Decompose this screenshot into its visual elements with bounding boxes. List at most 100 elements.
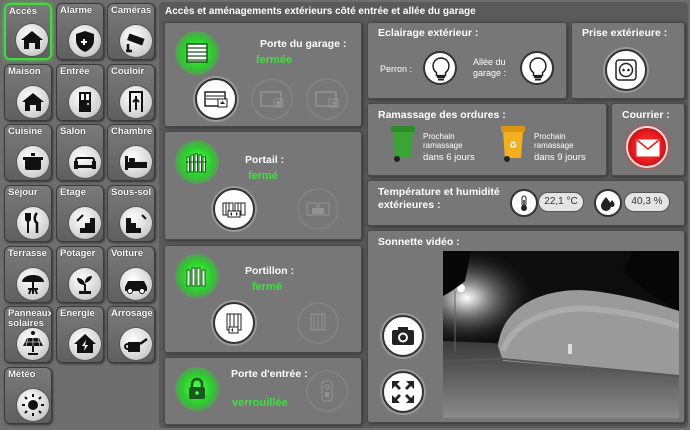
snapshot-button[interactable] (382, 315, 424, 357)
wicket-gate-open-button[interactable] (213, 302, 255, 344)
yellow-bin-value: dans 9 jours (534, 152, 586, 163)
sidebar-item-label: Maison (8, 66, 41, 77)
trash-title: Ramassage des ordures : (378, 109, 506, 121)
envelope-icon (636, 139, 660, 157)
perron-light-button[interactable] (423, 51, 457, 85)
house-icon (16, 24, 48, 56)
page-title: Accès et aménagements extérieurs côté en… (165, 6, 476, 17)
pot-icon (17, 146, 49, 178)
garage-door-title: Porte du garage : (260, 38, 347, 50)
garage-stop-button[interactable] (251, 78, 293, 120)
lighting-panel: Eclairage extérieur : Perron : Allée du … (367, 22, 567, 99)
outdoor-plug-title: Prise extérieure : (582, 27, 668, 39)
sidebar-item-arrosage[interactable]: Arrosage (107, 306, 155, 363)
sidebar-item-label: Accès (9, 6, 37, 17)
thermometer-icon (510, 189, 538, 217)
corridor-icon (120, 86, 152, 118)
green-bin-icon (391, 126, 415, 162)
sidebar-item-label: Couloir (111, 66, 145, 77)
bed-icon (120, 146, 152, 178)
mail-indicator-button[interactable] (626, 126, 668, 168)
svg-text:♻: ♻ (509, 141, 517, 151)
watering-can-icon (120, 328, 152, 360)
car-icon (120, 268, 152, 300)
gate-state: fermé (248, 170, 278, 182)
green-bin-value: dans 6 jours (423, 152, 475, 163)
sidebar-item-potager[interactable]: Potager (56, 246, 104, 303)
allee-label: Allée du garage : (473, 57, 507, 78)
garage-door-panel: Porte du garage : fermée (164, 22, 362, 127)
video-feed (443, 251, 679, 418)
sidebar-item-voiture[interactable]: Voiture (107, 246, 155, 303)
sidebar-item-label: Arrosage (111, 308, 153, 319)
sidebar-item-cuisine[interactable]: Cuisine (4, 124, 52, 181)
wicket-gate-unlock-button[interactable] (297, 302, 339, 344)
wicket-gate-panel: Portillon : fermé (164, 245, 362, 353)
sidebar-item-acces[interactable]: Accès (4, 3, 52, 60)
sidebar-item-couloir[interactable]: Couloir (107, 64, 155, 121)
climate-panel: Température et humidité extérieures : 22… (367, 180, 685, 226)
sidebar-item-label: Caméras (111, 5, 152, 16)
sidebar-item-label: Entrée (60, 66, 90, 77)
gate-car-button[interactable] (297, 188, 339, 230)
lock-icon (175, 367, 219, 411)
sofa-icon (69, 146, 101, 178)
outdoor-plug-panel: Prise extérieure : (571, 22, 685, 99)
sidebar-item-label: Chambre (111, 126, 153, 137)
front-door-state: verrouillée (232, 397, 288, 409)
house-icon (17, 86, 49, 118)
sidebar-item-sous-sol[interactable]: Sous-sol (107, 185, 155, 242)
sidebar-item-alarme[interactable]: Alarme (56, 3, 104, 60)
sidebar-item-energie[interactable]: Energie (56, 306, 104, 363)
gate-panel: Portail : fermé (164, 131, 362, 240)
garage-door-icon (175, 31, 219, 75)
camera-cctv-icon (120, 25, 152, 57)
sidebar-item-maison[interactable]: Maison (4, 64, 52, 121)
sidebar-item-cameras[interactable]: Caméras (107, 3, 155, 60)
plant-icon (69, 268, 101, 300)
sidebar-item-sejour[interactable]: Séjour (4, 185, 52, 242)
sidebar-item-meteo[interactable]: Météo (4, 367, 52, 424)
yellow-bin-icon: ♻ (501, 126, 525, 162)
camera-icon (392, 327, 414, 345)
stairs-down-icon (120, 207, 152, 239)
shield-icon (69, 25, 101, 57)
garage-open-button[interactable] (195, 78, 237, 120)
temperature-value: 22,1 °C (538, 192, 584, 212)
door-icon (69, 86, 101, 118)
allee-light-button[interactable] (520, 51, 554, 85)
wicket-gate-state: fermé (252, 281, 282, 293)
mail-title: Courrier : (622, 109, 670, 121)
humidity-value: 40,3 % (624, 192, 670, 212)
sidebar-item-label: Sous-sol (111, 187, 152, 198)
cutlery-icon (17, 207, 49, 239)
sidebar-item-etage[interactable]: Etage (56, 185, 104, 242)
stairs-up-icon (69, 207, 101, 239)
front-door-title: Porte d'entrée : (231, 368, 308, 380)
video-doorbell-panel: Sonnette vidéo : (367, 230, 685, 423)
outdoor-plug-button[interactable] (605, 49, 647, 91)
energy-house-icon (69, 328, 101, 360)
sidebar-item-label: Etage (60, 187, 86, 198)
gate-title: Portail : (245, 154, 285, 166)
humidity-icon (594, 189, 622, 217)
sidebar-item-terrasse[interactable]: Terrasse (4, 246, 52, 303)
sidebar-item-panneaux-solaires[interactable]: Panneaux solaires (4, 306, 52, 363)
sidebar-item-entree[interactable]: Entrée (56, 64, 104, 121)
solar-panel-icon (17, 328, 49, 360)
sidebar-item-label: Météo (8, 369, 36, 380)
front-door-unlock-button[interactable] (306, 370, 348, 412)
sidebar-item-salon[interactable]: Salon (56, 124, 104, 181)
gate-icon (175, 140, 219, 184)
front-door-panel: Porte d'entrée : verrouillée (164, 357, 362, 425)
garage-close-button[interactable] (306, 78, 348, 120)
sidebar-item-label: Voiture (111, 248, 144, 259)
gate-open-button[interactable] (213, 188, 255, 230)
parasol-icon (17, 268, 49, 300)
climate-title: Température et humidité extérieures : (378, 186, 500, 211)
sidebar-item-label: Cuisine (8, 126, 43, 137)
wicket-gate-title: Portillon : (245, 265, 294, 277)
sidebar-item-chambre[interactable]: Chambre (107, 124, 155, 181)
fullscreen-button[interactable] (382, 371, 424, 413)
video-title: Sonnette vidéo : (378, 236, 460, 248)
